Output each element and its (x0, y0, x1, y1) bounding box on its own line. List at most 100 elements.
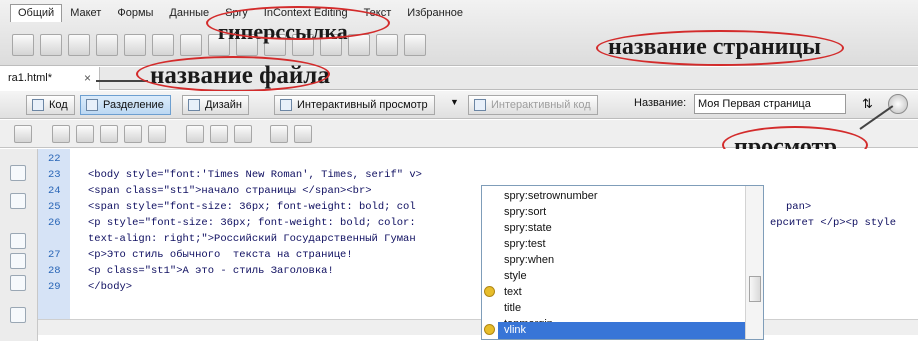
print-icon[interactable] (148, 125, 166, 143)
more-tools-icon[interactable] (10, 307, 26, 323)
tab-common[interactable]: Общий (10, 4, 63, 22)
browse-icon[interactable] (76, 125, 94, 143)
attribute-icon (484, 324, 495, 335)
annotation-ellipse (206, 6, 390, 40)
file-tab-label: ra1.html* (8, 72, 53, 84)
preview-in-browser-icon[interactable] (888, 94, 908, 114)
tab-layout[interactable]: Макет (62, 4, 109, 22)
live-code-button[interactable]: Интерактивный код (468, 95, 598, 115)
save-icon[interactable] (100, 125, 118, 143)
line-number: 23 (48, 169, 61, 181)
coding-toolbar (0, 149, 38, 341)
split-view-button[interactable]: Разделение (80, 95, 171, 115)
live-code-label: Интерактивный код (491, 99, 591, 111)
paste-icon[interactable] (234, 125, 252, 143)
expand-all-icon[interactable] (10, 233, 26, 249)
code-line: pan> (786, 201, 812, 213)
balance-braces-icon[interactable] (10, 275, 26, 291)
design-view-button[interactable]: Дизайн (182, 95, 249, 115)
hint-item[interactable]: title (498, 300, 746, 316)
hint-scroll-thumb[interactable] (749, 276, 761, 302)
split-view-label: Разделение (103, 99, 164, 111)
line-number: 27 (48, 249, 61, 261)
page-title-input[interactable]: Моя Первая страница (694, 94, 846, 114)
hint-scrollbar[interactable] (745, 186, 763, 339)
tab-favorites[interactable]: Избранное (399, 4, 471, 22)
live-code-icon (474, 99, 486, 111)
hint-item-label: vlink (504, 324, 527, 336)
hint-item-selected[interactable]: vlink (484, 322, 746, 339)
div-icon[interactable] (124, 34, 146, 56)
hint-item-label: title (504, 302, 522, 314)
hint-item-label: spry:test (504, 238, 546, 250)
annotation-ellipse (136, 56, 330, 92)
line-number: 24 (48, 185, 61, 197)
design-view-icon (188, 99, 200, 111)
annotation-arrow (96, 80, 148, 82)
table-icon[interactable] (96, 34, 118, 56)
line-number: 25 (48, 201, 61, 213)
line-number: 28 (48, 265, 61, 277)
hint-item[interactable]: spry:state (498, 220, 746, 236)
select-parent-tag-icon[interactable] (10, 253, 26, 269)
new-document-icon[interactable] (14, 125, 32, 143)
code-view-icon (32, 99, 44, 111)
copy-icon[interactable] (210, 125, 228, 143)
hint-item[interactable]: spry:sort (498, 204, 746, 220)
hint-item-label: spry:sort (504, 206, 547, 218)
code-line: ерситет </p><p style (770, 217, 897, 229)
tag-chooser-icon[interactable] (404, 34, 426, 56)
hint-item[interactable]: spry:test (498, 236, 746, 252)
undo-icon[interactable] (270, 125, 288, 143)
code-view-label: Код (49, 99, 68, 111)
code-line: </body> (88, 281, 133, 293)
design-view-label: Дизайн (205, 99, 242, 111)
save-all-icon[interactable] (124, 125, 142, 143)
code-line: text-align: right;">Российский Государст… (88, 233, 416, 245)
code-editor[interactable]: 22 23 24 25 26 27 28 29 <body style="fon… (0, 149, 918, 341)
image-icon[interactable] (180, 34, 202, 56)
anchor-icon[interactable] (68, 34, 90, 56)
tab-forms[interactable]: Формы (109, 4, 161, 22)
hint-item-label: text (504, 286, 522, 298)
hyperlink-icon[interactable] (12, 34, 34, 56)
file-management-icon[interactable]: ⇅ (862, 96, 873, 112)
open-icon[interactable] (52, 125, 70, 143)
horizontal-scrollbar[interactable] (38, 319, 918, 335)
redo-icon[interactable] (294, 125, 312, 143)
hint-item[interactable]: spry:when (498, 252, 746, 268)
open-documents-icon[interactable] (10, 165, 26, 181)
attribute-icon (484, 286, 495, 297)
hint-item[interactable]: text (484, 284, 746, 300)
hint-item-label: spry:state (504, 222, 552, 234)
code-line: <p style="font-size: 36px; font-weight: … (88, 217, 416, 229)
live-view-icon (280, 99, 292, 111)
line-number: 29 (48, 281, 61, 293)
annotation-ellipse (596, 30, 844, 66)
code-line: <span style="font-size: 36px; font-weigh… (88, 201, 416, 213)
hint-item-label: spry:when (504, 254, 555, 266)
split-view-icon (86, 99, 98, 111)
hint-item[interactable]: spry:setrownumber (498, 188, 746, 204)
live-view-label: Интерактивный просмотр (297, 99, 428, 111)
close-icon[interactable]: × (84, 71, 91, 85)
live-view-dropdown-icon[interactable]: ▼ (450, 97, 459, 107)
ap-div-icon[interactable] (152, 34, 174, 56)
hint-item[interactable]: style (498, 268, 746, 284)
cut-icon[interactable] (186, 125, 204, 143)
hint-item-label: style (504, 270, 527, 282)
hint-item-label: spry:setrownumber (504, 190, 598, 202)
title-label: Название: (634, 97, 687, 109)
code-line: <p>Это стиль обычного текста на странице… (88, 249, 353, 261)
templates-icon[interactable] (376, 34, 398, 56)
line-number: 26 (48, 217, 61, 229)
live-view-button[interactable]: Интерактивный просмотр (274, 95, 435, 115)
file-tab[interactable]: ra1.html* × (0, 67, 100, 90)
collapse-tag-icon[interactable] (10, 193, 26, 209)
code-line: <body style="font:'Times New Roman', Tim… (88, 169, 422, 181)
email-link-icon[interactable] (40, 34, 62, 56)
script-icon[interactable] (348, 34, 370, 56)
code-view-button[interactable]: Код (26, 95, 75, 115)
line-number: 22 (48, 153, 61, 165)
code-hint-popup[interactable]: spry:setrownumber spry:sort spry:state s… (481, 185, 764, 340)
